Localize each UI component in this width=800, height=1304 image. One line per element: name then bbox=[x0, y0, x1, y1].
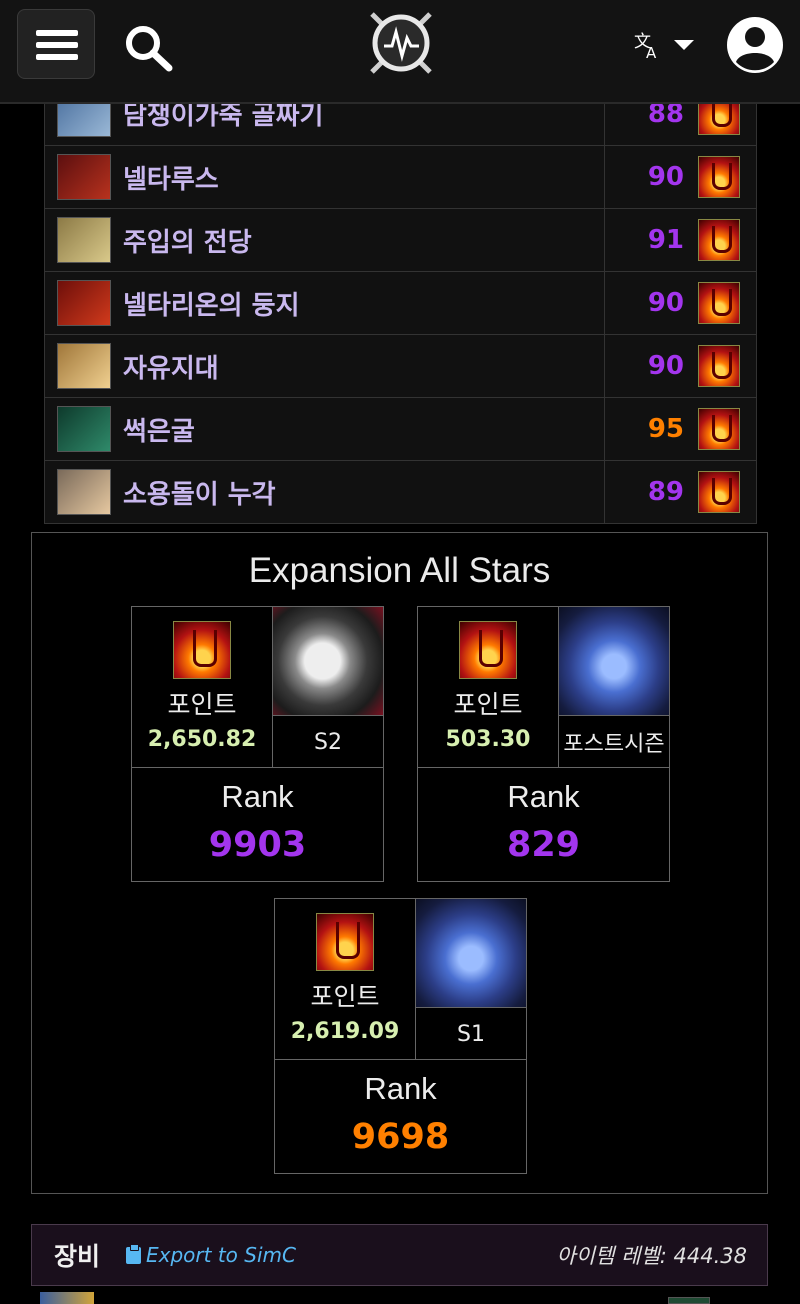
dungeon-score-cell: 90 bbox=[605, 272, 756, 334]
card-top: 포인트 2,650.82 S2 bbox=[132, 607, 383, 768]
dungeon-score: 90 bbox=[647, 351, 684, 381]
keystone-icon bbox=[698, 156, 740, 198]
dungeon-thumbnail bbox=[57, 343, 111, 389]
dungeon-score: 90 bbox=[647, 162, 684, 192]
item-level: 아이템 레벨: 444.38 bbox=[556, 1244, 747, 1268]
season-artwork bbox=[416, 899, 526, 1008]
language-selector[interactable]: 文 A bbox=[634, 28, 698, 62]
all-stars-card: 포인트 2,619.09 S1 Rank 9698 bbox=[274, 898, 527, 1174]
dungeon-row[interactable]: 소용돌이 누각 89 bbox=[45, 460, 756, 523]
points-value: 2,650.82 bbox=[147, 727, 257, 752]
dungeon-row[interactable]: 썩은굴 95 bbox=[45, 397, 756, 460]
account-circle-icon[interactable] bbox=[726, 16, 784, 74]
dungeon-name-cell: 주입의 전당 bbox=[45, 209, 605, 271]
season-label: 포스트시즌 bbox=[563, 732, 665, 757]
dungeon-score: 91 bbox=[647, 225, 684, 255]
rank-label: Rank bbox=[507, 779, 580, 814]
rank-label: Rank bbox=[221, 779, 294, 814]
keystone-icon bbox=[698, 219, 740, 261]
keystone-icon bbox=[698, 408, 740, 450]
season-artwork bbox=[559, 607, 669, 716]
rank-value[interactable]: 9903 bbox=[132, 825, 383, 865]
dungeon-name[interactable]: 넬타루스 bbox=[123, 159, 219, 196]
points-cell: 포인트 2,619.09 bbox=[275, 899, 416, 1060]
points-label: 포인트 bbox=[167, 690, 237, 719]
svg-text:A: A bbox=[646, 44, 657, 60]
all-stars-card: 포인트 2,650.82 S2 Rank 9903 bbox=[131, 606, 384, 882]
keystone-icon bbox=[698, 282, 740, 324]
search-icon[interactable] bbox=[124, 24, 174, 72]
equipment-item-icon[interactable] bbox=[668, 1297, 710, 1304]
dungeon-row[interactable]: 주입의 전당 91 bbox=[45, 208, 756, 271]
export-simc-label: Export to SimC bbox=[146, 1243, 296, 1267]
expansion-all-stars-panel: Expansion All Stars 포인트 2,650.82 S2 Rank 990… bbox=[31, 532, 768, 1194]
dungeon-row[interactable]: 넬타리온의 둥지 90 bbox=[45, 271, 756, 334]
dungeon-name[interactable]: 자유지대 bbox=[123, 348, 219, 385]
points-cell: 포인트 2,650.82 bbox=[132, 607, 273, 768]
dungeon-thumbnail bbox=[57, 406, 111, 452]
dungeon-score: 89 bbox=[647, 477, 684, 507]
points-label: 포인트 bbox=[310, 982, 380, 1011]
points-cell: 포인트 503.30 bbox=[418, 607, 559, 768]
dungeon-name-cell: 썩은굴 bbox=[45, 398, 605, 460]
dungeon-score-cell: 90 bbox=[605, 146, 756, 208]
dungeon-score-cell: 90 bbox=[605, 335, 756, 397]
keystone-icon bbox=[173, 621, 231, 679]
top-navigation-bar: 文 A bbox=[0, 0, 800, 104]
equipment-title: 장비 bbox=[54, 1242, 101, 1271]
dungeon-row[interactable]: 넬타루스 90 bbox=[45, 145, 756, 208]
clipboard-icon bbox=[126, 1243, 142, 1264]
points-value: 2,619.09 bbox=[290, 1019, 400, 1044]
dungeon-score: 95 bbox=[647, 414, 684, 444]
dungeon-thumbnail bbox=[57, 217, 111, 263]
dungeon-name[interactable]: 소용돌이 누각 bbox=[123, 474, 276, 511]
keystone-icon bbox=[316, 913, 374, 971]
dungeon-name[interactable]: 썩은굴 bbox=[123, 411, 195, 448]
dungeon-score-cell: 91 bbox=[605, 209, 756, 271]
season-artwork bbox=[273, 607, 383, 716]
dungeon-row[interactable]: 자유지대 90 bbox=[45, 334, 756, 397]
season-label: S1 bbox=[457, 1021, 485, 1047]
dungeon-name-cell: 넬타루스 bbox=[45, 146, 605, 208]
dungeon-name-cell: 넬타리온의 둥지 bbox=[45, 272, 605, 334]
hamburger-menu-icon[interactable] bbox=[17, 9, 95, 79]
equipment-item-icon[interactable] bbox=[40, 1292, 94, 1304]
all-stars-card: 포인트 503.30 포스트시즌 Rank 829 bbox=[417, 606, 670, 882]
dungeon-thumbnail bbox=[57, 154, 111, 200]
dungeon-name-cell: 자유지대 bbox=[45, 335, 605, 397]
keystone-icon bbox=[698, 471, 740, 513]
dungeon-score: 90 bbox=[647, 288, 684, 318]
card-top: 포인트 2,619.09 S1 bbox=[275, 899, 526, 1060]
section-title: Expansion All Stars bbox=[248, 551, 551, 590]
rank-value[interactable]: 9698 bbox=[275, 1117, 526, 1157]
dungeon-thumbnail bbox=[57, 469, 111, 515]
export-simc-link[interactable]: Export to SimC bbox=[126, 1243, 296, 1267]
season-label: S2 bbox=[314, 729, 342, 755]
raider-io-logo-icon[interactable] bbox=[366, 8, 436, 78]
keystone-icon bbox=[459, 621, 517, 679]
dungeon-score-cell: 89 bbox=[605, 461, 756, 523]
dungeon-thumbnail bbox=[57, 280, 111, 326]
points-value: 503.30 bbox=[445, 727, 531, 752]
rank-label: Rank bbox=[364, 1071, 437, 1106]
keystone-icon bbox=[698, 345, 740, 387]
card-top: 포인트 503.30 포스트시즌 bbox=[418, 607, 669, 768]
dungeon-name[interactable]: 넬타리온의 둥지 bbox=[123, 285, 300, 322]
dungeon-name[interactable]: 주입의 전당 bbox=[123, 222, 252, 259]
dungeon-name-cell: 소용돌이 누각 bbox=[45, 461, 605, 523]
points-label: 포인트 bbox=[453, 690, 523, 719]
dungeon-score-cell: 95 bbox=[605, 398, 756, 460]
dungeon-score-table: 담쟁이가죽 골짜기 88 넬타루스 90 주입의 전당 91 넬타리온의 둥지 90 자유지대 9… bbox=[44, 82, 757, 524]
rank-value[interactable]: 829 bbox=[418, 825, 669, 865]
chevron-down-icon bbox=[674, 40, 694, 50]
equipment-header: 장비 Export to SimC 아이템 레벨: 444.38 bbox=[31, 1224, 768, 1286]
translate-icon: 文 A bbox=[634, 32, 657, 60]
